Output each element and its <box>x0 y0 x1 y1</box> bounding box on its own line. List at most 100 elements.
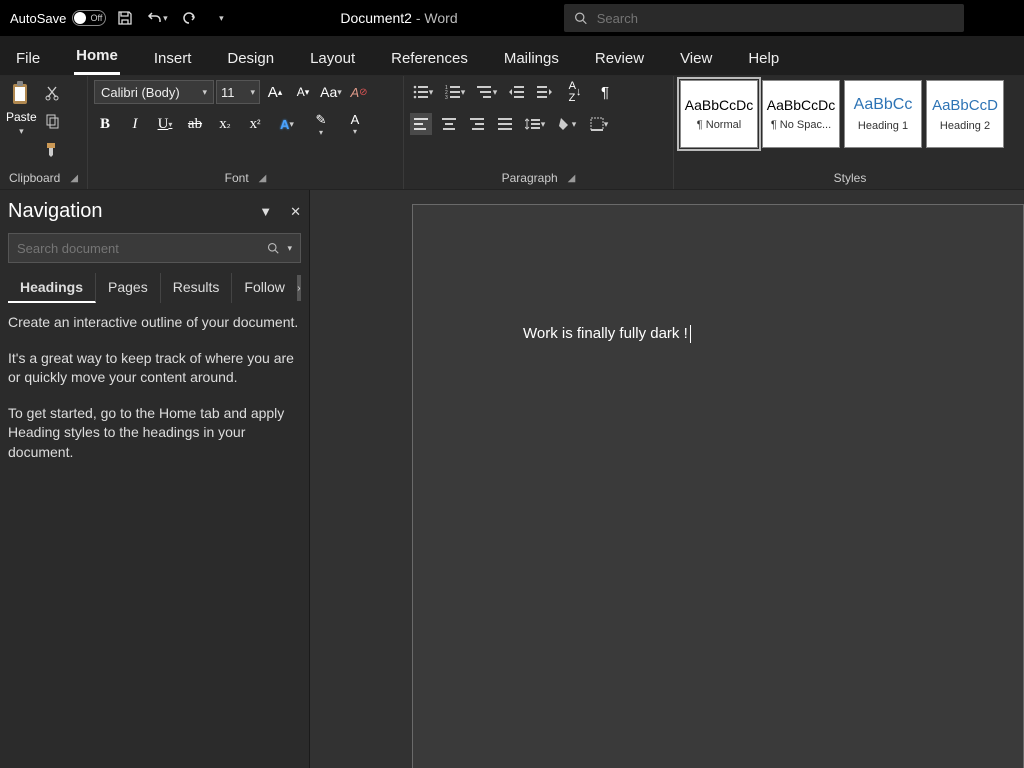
tab-help[interactable]: Help <box>746 42 781 75</box>
style-heading-2[interactable]: AaBbCcD Heading 2 <box>926 80 1004 148</box>
style-no-spacing[interactable]: AaBbCcDc ¶ No Spac... <box>762 80 840 148</box>
grow-font-icon[interactable]: A▴ <box>262 80 288 104</box>
nav-dropdown-icon[interactable]: ▼ <box>259 204 272 220</box>
tab-home[interactable]: Home <box>74 39 120 75</box>
title-bar: AutoSave Off ▾ ▾ Document2 - Word <box>0 0 1024 36</box>
superscript-button[interactable]: x² <box>244 113 266 135</box>
bullets-icon[interactable]: ▾ <box>410 80 436 104</box>
copy-icon[interactable] <box>41 110 63 132</box>
app-name: Word <box>424 10 457 26</box>
autosave-toggle[interactable]: AutoSave Off <box>10 10 106 26</box>
page[interactable]: Work is finally fully dark ! <box>412 204 1024 768</box>
toggle-switch[interactable]: Off <box>72 10 106 26</box>
tab-insert[interactable]: Insert <box>152 42 194 75</box>
text-cursor <box>690 325 691 343</box>
strikethrough-button[interactable]: ab <box>184 113 206 135</box>
search-input[interactable] <box>597 11 954 26</box>
autosave-label: AutoSave <box>10 11 66 26</box>
nav-hint-1: Create an interactive outline of your do… <box>8 313 301 333</box>
tab-view[interactable]: View <box>678 42 714 75</box>
shading-icon[interactable]: ▾ <box>554 112 580 136</box>
group-label-font: Font <box>225 171 249 185</box>
window-title: Document2 - Word <box>340 10 457 26</box>
align-right-icon[interactable] <box>466 113 488 135</box>
style-heading-1[interactable]: AaBbCc Heading 1 <box>844 80 922 148</box>
justify-icon[interactable] <box>494 113 516 135</box>
font-name-combo[interactable]: Calibri (Body)▾ <box>94 80 214 104</box>
chevron-down-icon[interactable]: ▾ <box>163 13 168 24</box>
highlight-color-icon[interactable]: ✎▾ <box>308 112 334 136</box>
tab-file[interactable]: File <box>14 42 42 75</box>
search-icon <box>574 11 587 25</box>
italic-button[interactable]: I <box>124 113 146 135</box>
paste-label: Paste <box>6 110 37 124</box>
group-styles: AaBbCcDc ¶ Normal AaBbCcDc ¶ No Spac... … <box>674 76 1024 189</box>
align-left-icon[interactable] <box>410 113 432 135</box>
nav-hint-3: To get started, go to the Home tab and a… <box>8 404 301 463</box>
align-center-icon[interactable] <box>438 113 460 135</box>
svg-text:3: 3 <box>445 95 448 99</box>
multilevel-list-icon[interactable]: ▾ <box>474 80 500 104</box>
save-icon[interactable] <box>112 5 138 31</box>
nav-tabs-scroll-right[interactable]: › <box>297 275 301 301</box>
nav-close-icon[interactable]: ✕ <box>290 204 301 220</box>
style-normal[interactable]: AaBbCcDc ¶ Normal <box>680 80 758 148</box>
shrink-font-icon[interactable]: A▾ <box>290 80 316 104</box>
redo-icon[interactable] <box>176 5 202 31</box>
font-size-combo[interactable]: 11▾ <box>216 80 260 104</box>
tell-me-search[interactable] <box>564 4 964 32</box>
text-effects-icon[interactable]: A▾ <box>274 112 300 136</box>
numbering-icon[interactable]: 123▾ <box>442 80 468 104</box>
line-spacing-icon[interactable]: ▾ <box>522 112 548 136</box>
nav-search-options-icon[interactable]: ▾ <box>287 243 292 254</box>
dialog-launcher-icon[interactable]: ◢ <box>568 173 576 184</box>
decrease-indent-icon[interactable] <box>506 81 528 103</box>
nav-tab-headings[interactable]: Headings <box>8 273 96 303</box>
nav-tab-follow[interactable]: Follow <box>232 273 296 303</box>
bold-button[interactable]: B <box>94 113 116 135</box>
group-paragraph: ▾ 123▾ ▾ AZ↓ ¶ ▾ ▾ ▾ Paragraph◢ <box>404 76 674 189</box>
search-icon <box>267 242 279 254</box>
format-painter-icon[interactable] <box>41 138 63 160</box>
group-label-clipboard: Clipboard <box>9 171 60 185</box>
paste-button[interactable]: Paste ▾ <box>6 80 37 137</box>
tab-mailings[interactable]: Mailings <box>502 42 561 75</box>
change-case-icon[interactable]: Aa▾ <box>318 80 344 104</box>
tab-layout[interactable]: Layout <box>308 42 357 75</box>
show-marks-icon[interactable]: ¶ <box>594 81 616 103</box>
chevron-down-icon[interactable]: ▾ <box>19 126 24 137</box>
ribbon: Paste ▾ Clipboard ◢ Calibri (Body)▾ 11▾ A… <box>0 76 1024 190</box>
dialog-launcher-icon[interactable]: ◢ <box>259 173 267 184</box>
styles-gallery[interactable]: AaBbCcDc ¶ Normal AaBbCcDc ¶ No Spac... … <box>680 80 1004 148</box>
subscript-button[interactable]: x₂ <box>214 113 236 135</box>
clipboard-icon <box>9 80 33 108</box>
tab-design[interactable]: Design <box>225 42 276 75</box>
nav-search[interactable]: ▾ <box>8 233 301 263</box>
cut-icon[interactable] <box>41 82 63 104</box>
group-label-styles: Styles <box>834 171 867 185</box>
sort-icon[interactable]: AZ↓ <box>562 80 588 104</box>
main-area: Navigation ▼ ✕ ▾ Headings Pages Results … <box>0 190 1024 768</box>
nav-search-input[interactable] <box>17 241 259 256</box>
tab-review[interactable]: Review <box>593 42 646 75</box>
dialog-launcher-icon[interactable]: ◢ <box>70 173 78 184</box>
nav-tab-pages[interactable]: Pages <box>96 273 161 303</box>
underline-button[interactable]: U▾ <box>154 113 176 135</box>
increase-indent-icon[interactable] <box>534 81 556 103</box>
qat-customize-icon[interactable]: ▾ <box>208 5 234 31</box>
document-name: Document2 <box>340 10 412 26</box>
nav-hint-2: It's a great way to keep track of where … <box>8 349 301 388</box>
document-canvas[interactable]: Work is finally fully dark ! <box>310 190 1024 768</box>
clear-formatting-icon[interactable]: A⊘ <box>346 80 372 104</box>
nav-tabs: Headings Pages Results Follow <box>8 273 297 303</box>
nav-body: Create an interactive outline of your do… <box>8 313 301 463</box>
group-font: Calibri (Body)▾ 11▾ A▴ A▾ Aa▾ A⊘ B I U▾ … <box>88 76 404 189</box>
document-text[interactable]: Work is finally fully dark ! <box>523 325 688 342</box>
navigation-title: Navigation <box>8 200 103 223</box>
undo-icon[interactable]: ▾ <box>144 5 170 31</box>
nav-tab-results[interactable]: Results <box>161 273 233 303</box>
tab-references[interactable]: References <box>389 42 470 75</box>
ribbon-tabs: File Home Insert Design Layout Reference… <box>0 36 1024 76</box>
borders-icon[interactable]: ▾ <box>586 112 612 136</box>
font-color-icon[interactable]: A▾ <box>342 112 368 136</box>
